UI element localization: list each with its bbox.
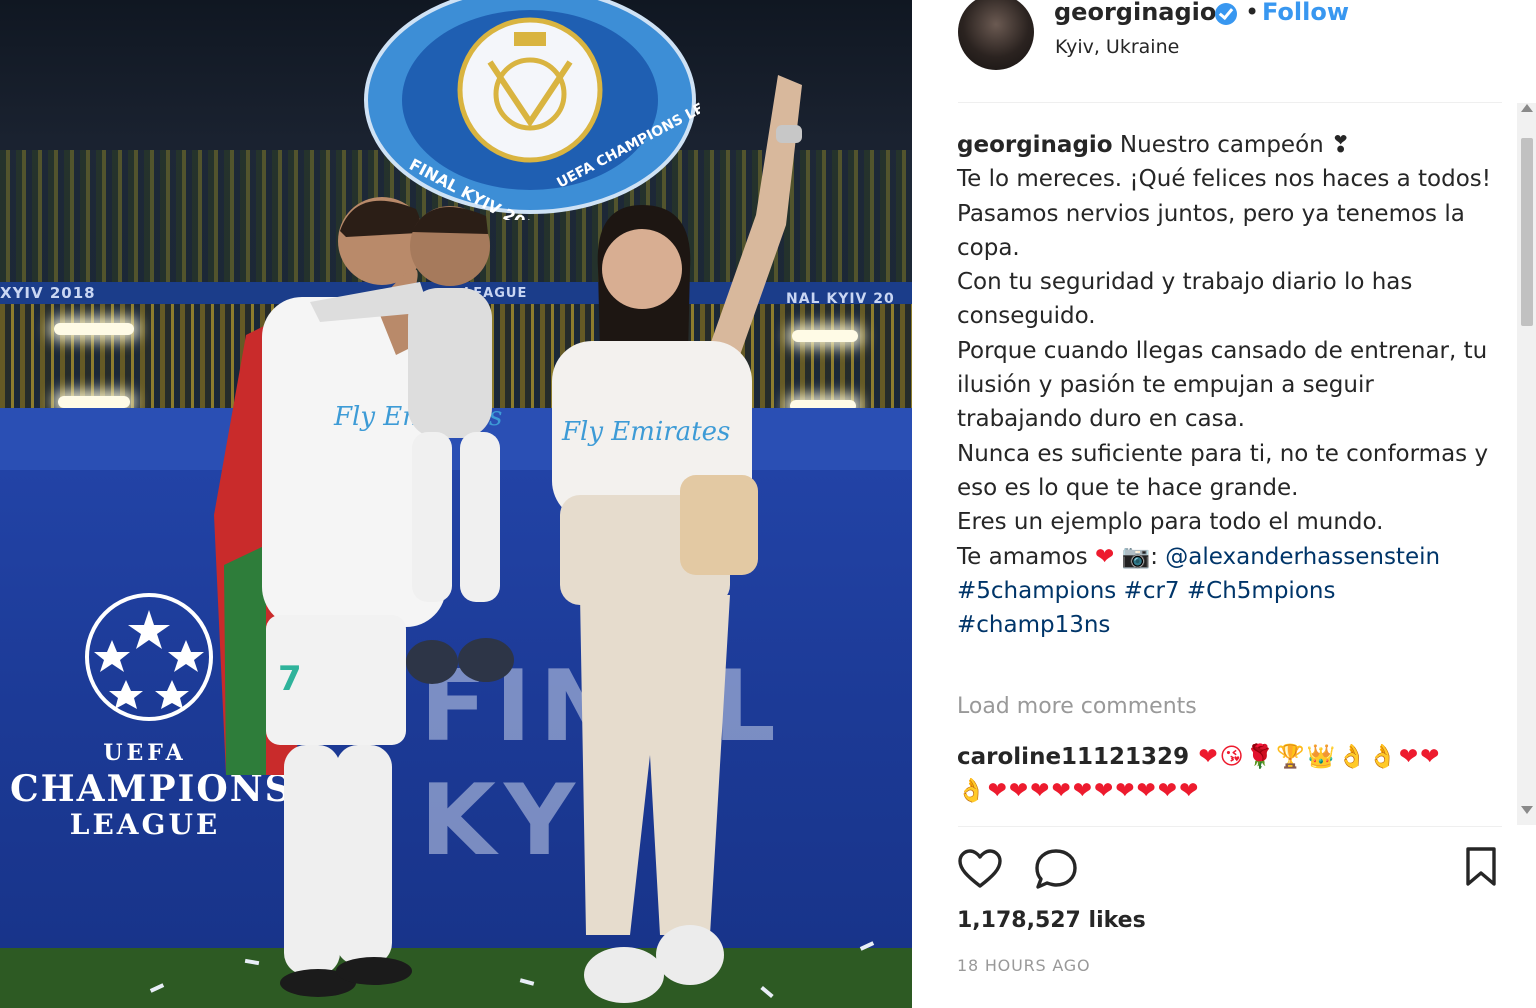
heart-emoji: ❤ (1094, 543, 1115, 570)
post-timestamp[interactable]: 18 HOURS AGO (957, 956, 1090, 975)
follow-button[interactable]: Follow (1262, 0, 1349, 26)
divider (958, 826, 1502, 827)
post-photo[interactable]: XYIV 2018 LEAGUE NAL KYIV 20 FINAL KYI U… (0, 0, 912, 1008)
hashtag-link[interactable]: #cr7 (1124, 578, 1180, 604)
load-more-comments-button[interactable]: Load more comments (957, 694, 1197, 719)
caption-text: Nuestro campeón ❣ Te lo mereces. ¡Qué fe… (957, 132, 1491, 570)
mention-link[interactable]: @alexanderhassenstein (1165, 544, 1440, 570)
post-caption: georginagio Nuestro campeón ❣ Te lo mere… (957, 128, 1497, 642)
caption-username[interactable]: georginagio (957, 132, 1113, 158)
hashtag-link[interactable]: #5champions (957, 578, 1116, 604)
scrollbar-thumb[interactable] (1521, 138, 1533, 326)
camera-emoji: 📷: (1114, 543, 1166, 570)
hashtag-link[interactable]: #Ch5mpions (1187, 578, 1336, 604)
child-figure (310, 206, 514, 684)
bookmark-icon[interactable] (1464, 846, 1498, 888)
likes-count[interactable]: 1,178,527 likes (957, 908, 1146, 933)
scroll-up-icon[interactable] (1521, 104, 1533, 112)
comment-username[interactable]: caroline11121329 (957, 744, 1189, 770)
verified-badge-icon (1215, 3, 1237, 25)
ucl-starball-icon (85, 593, 213, 721)
stadium-light (54, 323, 134, 335)
location-link[interactable]: Kyiv, Ukraine (1055, 36, 1179, 58)
woman-figure: Fly Emirates (552, 75, 802, 1003)
shirt-text: Fly Emirates (561, 417, 730, 447)
band-text-left: XYIV 2018 (0, 284, 96, 302)
separator-dot: • (1245, 0, 1260, 26)
scroll-down-icon[interactable] (1521, 806, 1533, 814)
stadium-light (58, 396, 130, 408)
divider (958, 102, 1502, 103)
header-username[interactable]: georginagio (1054, 0, 1216, 26)
heart-outline-icon[interactable] (957, 848, 1003, 890)
speech-bubble-icon[interactable] (1033, 847, 1079, 891)
hashtag-link[interactable]: #champ13ns (957, 612, 1110, 638)
comment-item: caroline11121329 ❤😘🌹🏆👑👌👌❤❤ 👌❤❤❤❤❤❤❤❤❤❤ (957, 740, 1497, 808)
